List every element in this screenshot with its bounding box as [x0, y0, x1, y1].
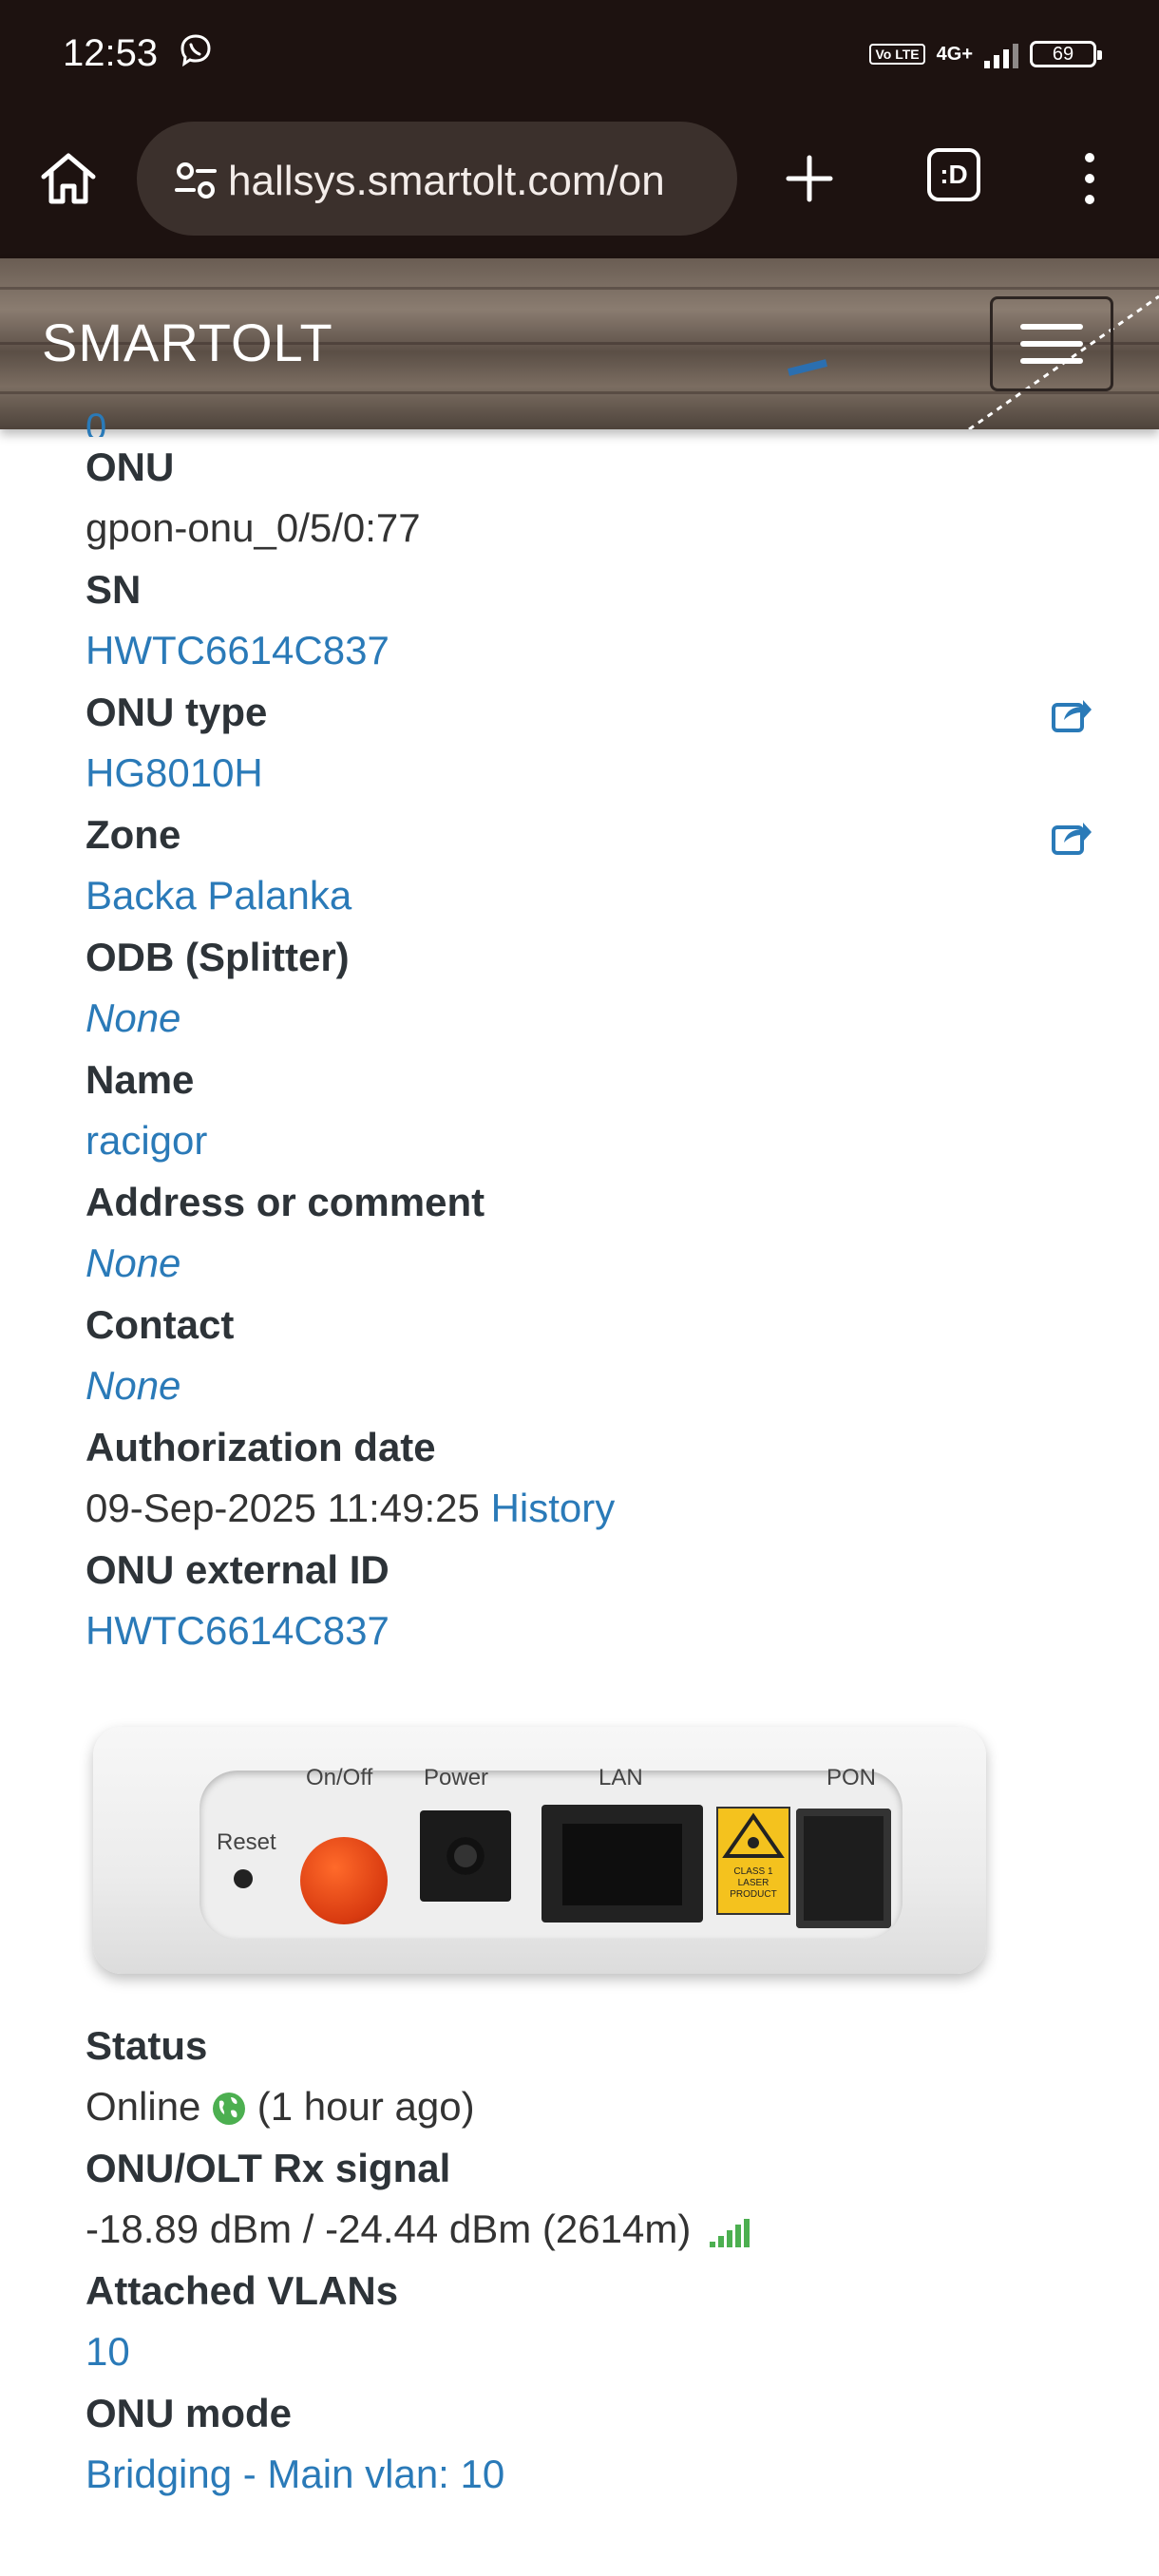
nav-toggle-button[interactable] — [990, 296, 1113, 391]
status-label: Status — [86, 2023, 208, 2068]
battery-level: 69 — [1052, 43, 1074, 65]
site-brand[interactable]: SMARTOLT — [42, 312, 333, 373]
field-status: Status Online (1 hour ago) — [86, 2016, 1092, 2138]
onu-type-link[interactable]: HG8010H — [86, 743, 1092, 805]
network-type: 4G+ — [936, 44, 973, 65]
battery-icon: 69 — [1030, 41, 1102, 67]
power-button-graphic — [300, 1837, 388, 1924]
browser-toolbar: hallsys.smartolt.com/on :D — [0, 114, 1159, 258]
status-indicators: Vo LTE 4G+ 69 — [869, 38, 1102, 70]
field-label: Address or comment — [86, 1180, 485, 1224]
authorization-date-value: 09-Sep-2025 11:49:25 History — [86, 1478, 1092, 1540]
vlans-label: Attached VLANs — [86, 2268, 399, 2313]
viber-icon — [180, 34, 211, 67]
field-label: Contact — [86, 1302, 235, 1347]
signal-value: -18.89 dBm / -24.44 dBm (2614m) — [86, 2207, 692, 2251]
edit-onu-type-icon[interactable] — [1051, 695, 1092, 733]
laser-class-text: CLASS 1 LASER PRODUCT — [730, 1866, 777, 1900]
field-label: ONU — [86, 445, 175, 489]
sn-link[interactable]: HWTC6614C837 — [86, 620, 1092, 682]
home-icon[interactable] — [34, 144, 103, 213]
field-address: Address or comment None — [86, 1172, 1092, 1295]
field-label: ONU type — [86, 690, 268, 734]
field-value: gpon-onu_0/5/0:77 — [86, 505, 421, 550]
tab-switcher-label: :D — [940, 160, 968, 189]
status-time: 12:53 — [63, 32, 159, 74]
onu-details: 0 ONU gpon-onu_0/5/0:77 SN HWTC6614C837 … — [86, 399, 1092, 2506]
url-text: hallsys.smartolt.com/on — [228, 158, 665, 204]
pon-label: PON — [826, 1765, 877, 1790]
vlans-link[interactable]: 10 — [86, 2321, 1092, 2383]
authorization-date: 09-Sep-2025 11:49:25 — [86, 1486, 480, 1530]
lan-label: LAN — [598, 1765, 643, 1790]
field-sn: SN HWTC6614C837 — [86, 559, 1092, 682]
reset-label: Reset — [217, 1829, 276, 1855]
new-tab-icon[interactable] — [779, 148, 840, 209]
field-name: Name racigor — [86, 1050, 1092, 1172]
status-age: (1 hour ago) — [256, 2084, 475, 2129]
field-zone: Zone Backa Palanka — [86, 805, 1092, 927]
address-link[interactable]: None — [86, 1233, 1092, 1295]
onu-mode-link[interactable]: Bridging - Main vlan: 10 — [86, 2444, 1092, 2506]
field-label: ODB (Splitter) — [86, 935, 350, 979]
globe-icon — [213, 2093, 246, 2125]
laser-warning-label: CLASS 1 LASER PRODUCT — [716, 1807, 790, 1915]
field-onu-type: ONU type HG8010H — [86, 682, 1092, 805]
field-label: ONU external ID — [86, 1547, 390, 1592]
field-signal: ONU/OLT Rx signal -18.89 dBm / -24.44 dB… — [86, 2138, 1092, 2261]
site-settings-icon[interactable] — [175, 160, 217, 201]
power-label: Power — [424, 1765, 489, 1790]
signal-strength-icon — [709, 2218, 750, 2247]
field-vlans: Attached VLANs 10 — [86, 2261, 1092, 2383]
status-value-row: Online (1 hour ago) — [86, 2076, 1092, 2138]
contact-link[interactable]: None — [86, 1355, 1092, 1417]
reset-hole — [234, 1869, 253, 1888]
field-odb: ODB (Splitter) None — [86, 927, 1092, 1050]
signal-label: ONU/OLT Rx signal — [86, 2146, 451, 2190]
status-bar: 12:53 Vo LTE 4G+ 69 — [0, 0, 1159, 114]
zone-link[interactable]: Backa Palanka — [86, 865, 1092, 927]
lan-port — [542, 1805, 703, 1923]
cell-signal-icon — [984, 40, 1018, 68]
field-onu: ONU gpon-onu_0/5/0:77 — [86, 437, 1092, 559]
external-id-link[interactable]: HWTC6614C837 — [86, 1601, 1092, 1662]
field-label: Name — [86, 1057, 195, 1102]
tab-switcher-button[interactable]: :D — [927, 148, 980, 201]
more-menu-icon[interactable] — [1074, 148, 1106, 209]
field-label: SN — [86, 567, 142, 612]
address-bar[interactable]: hallsys.smartolt.com/on — [137, 122, 737, 236]
device-port-panel: Reset On/Off Power LAN CLASS 1 LASER PRO… — [200, 1765, 902, 1940]
field-label: Authorization date — [86, 1425, 436, 1469]
field-label: Zone — [86, 812, 181, 857]
odb-link[interactable]: None — [86, 988, 1092, 1050]
partial-value: 0 — [86, 408, 107, 437]
status-value: Online — [86, 2084, 201, 2129]
onu-mode-label: ONU mode — [86, 2391, 293, 2435]
field-external-id: ONU external ID HWTC6614C837 — [86, 1540, 1092, 1662]
field-onu-mode: ONU mode Bridging - Main vlan: 10 — [86, 2383, 1092, 2506]
name-link[interactable]: racigor — [86, 1110, 1092, 1172]
power-port — [420, 1810, 511, 1902]
history-link[interactable]: History — [491, 1486, 616, 1530]
signal-value-row: -18.89 dBm / -24.44 dBm (2614m) — [86, 2199, 1092, 2261]
onoff-label: On/Off — [306, 1765, 373, 1790]
volte-badge: Vo LTE — [869, 44, 925, 65]
field-authorization-date: Authorization date 09-Sep-2025 11:49:25 … — [86, 1417, 1092, 1540]
pon-port — [796, 1809, 891, 1928]
edit-zone-icon[interactable] — [1051, 818, 1092, 856]
onu-device-image: Reset On/Off Power LAN CLASS 1 LASER PRO… — [86, 1717, 998, 1993]
laser-warning-icon — [722, 1812, 785, 1858]
field-contact: Contact None — [86, 1295, 1092, 1417]
